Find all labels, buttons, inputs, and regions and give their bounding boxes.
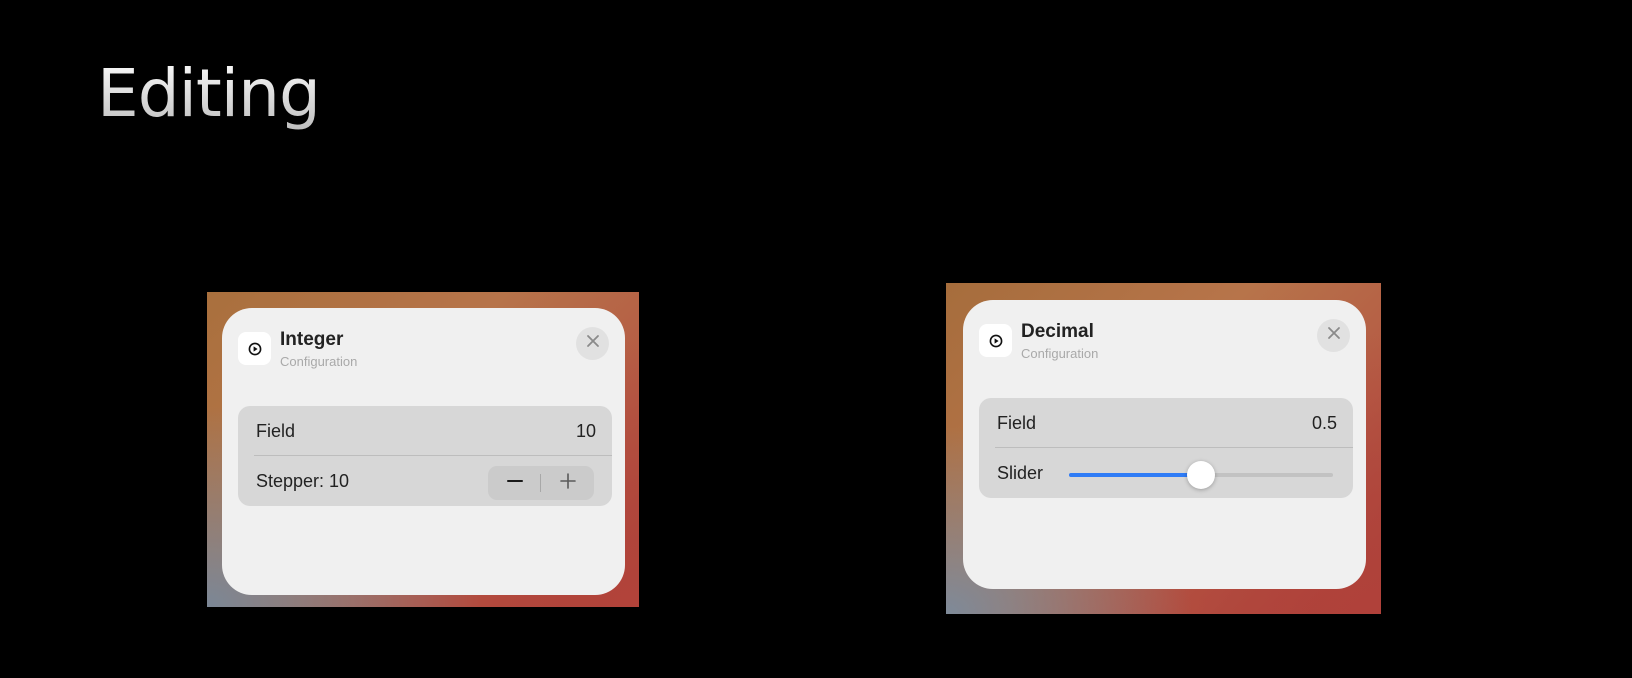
stepper-decrement-button[interactable] xyxy=(488,466,541,500)
slider-fill xyxy=(1069,473,1201,477)
minus-icon xyxy=(506,473,523,494)
integer-subtitle: Configuration xyxy=(280,354,358,369)
decimal-field-row[interactable]: Field 0.5 xyxy=(979,398,1353,448)
value-slider[interactable] xyxy=(1069,461,1333,489)
decimal-slider-row: Slider xyxy=(979,448,1353,498)
integer-config-sheet: Integer Configuration Field 10 Stepper: … xyxy=(222,308,625,595)
stepper-increment-button[interactable] xyxy=(541,466,594,500)
slider-thumb[interactable] xyxy=(1187,461,1215,489)
slide-title: Editing xyxy=(97,55,321,132)
close-icon xyxy=(1327,326,1341,345)
decimal-title: Decimal xyxy=(1021,321,1094,342)
integer-stepper-row: Stepper: 10 xyxy=(238,456,612,506)
quantity-stepper xyxy=(488,466,594,500)
decimal-subtitle: Configuration xyxy=(1021,346,1099,361)
plus-icon xyxy=(559,472,576,494)
decimal-field-value[interactable]: 0.5 xyxy=(1312,413,1337,434)
decimal-settings-group: Field 0.5 Slider xyxy=(979,398,1353,498)
play-circle-icon xyxy=(979,324,1012,357)
decimal-close-button[interactable] xyxy=(1317,319,1350,352)
integer-settings-group: Field 10 Stepper: 10 xyxy=(238,406,612,506)
integer-field-value[interactable]: 10 xyxy=(576,421,596,442)
decimal-screenshot: Decimal Configuration Field 0.5 Slider xyxy=(946,283,1381,614)
integer-field-row[interactable]: Field 10 xyxy=(238,406,612,456)
decimal-field-label: Field xyxy=(997,413,1037,433)
decimal-config-sheet: Decimal Configuration Field 0.5 Slider xyxy=(963,300,1366,589)
integer-screenshot: Integer Configuration Field 10 Stepper: … xyxy=(207,292,639,607)
integer-field-label: Field xyxy=(256,421,296,441)
integer-close-button[interactable] xyxy=(576,327,609,360)
slider-label: Slider xyxy=(997,463,1044,483)
integer-title: Integer xyxy=(280,329,344,350)
stepper-label: Stepper: 10 xyxy=(256,471,350,491)
close-icon xyxy=(586,334,600,353)
play-circle-icon xyxy=(238,332,271,365)
